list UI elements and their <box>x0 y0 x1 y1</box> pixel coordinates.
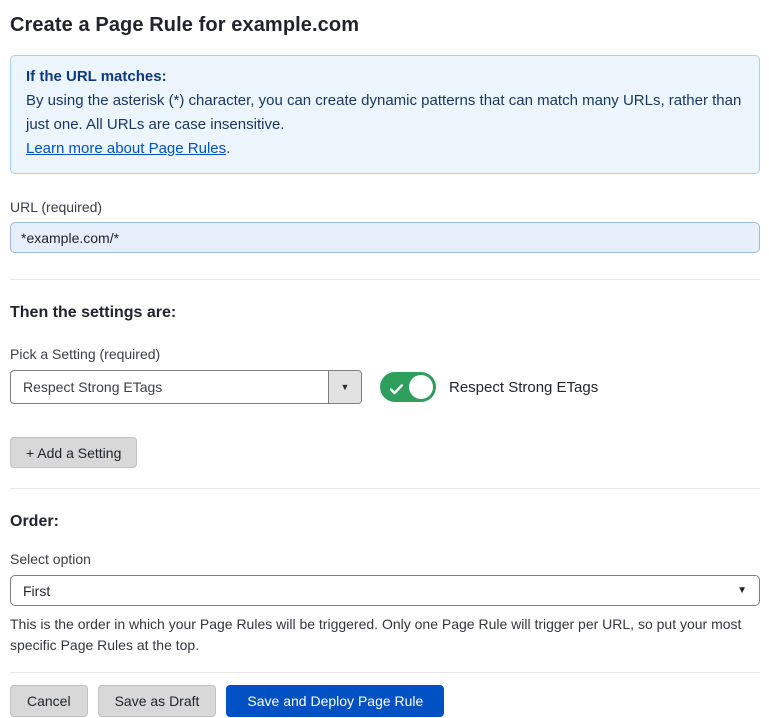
order-select[interactable]: First ▼ <box>10 575 760 606</box>
save-as-draft-button[interactable]: Save as Draft <box>98 685 217 717</box>
toggle-knob <box>409 375 433 399</box>
url-input[interactable] <box>10 222 760 253</box>
pick-setting-label: Pick a Setting (required) <box>10 346 760 362</box>
toggle-wrap: Respect Strong ETags <box>380 372 598 402</box>
order-section-heading: Order: <box>10 513 760 531</box>
chevron-down-icon: ▼ <box>737 585 747 596</box>
divider <box>10 279 760 280</box>
save-and-deploy-button[interactable]: Save and Deploy Page Rule <box>226 685 444 717</box>
learn-more-link[interactable]: Learn more about Page Rules <box>26 140 226 157</box>
page-rule-form: Create a Page Rule for example.com If th… <box>0 0 769 717</box>
info-box-body: By using the asterisk (*) character, you… <box>26 89 744 137</box>
url-match-info-box: If the URL matches: By using the asteris… <box>10 55 760 174</box>
check-icon <box>390 382 403 400</box>
toggle-label: Respect Strong ETags <box>449 379 598 396</box>
divider <box>10 488 760 489</box>
info-box-link-row: Learn more about Page Rules. <box>26 137 744 161</box>
page-title: Create a Page Rule for example.com <box>10 14 760 37</box>
link-suffix: . <box>226 140 230 157</box>
info-box-heading: If the URL matches: <box>26 65 744 89</box>
order-help-text: This is the order in which your Page Rul… <box>10 614 758 656</box>
setting-select-value: Respect Strong ETags <box>11 371 328 403</box>
dropdown-arrow-icon[interactable]: ▼ <box>328 371 361 403</box>
setting-row: Respect Strong ETags ▼ Respect Strong ET… <box>10 370 760 404</box>
footer-actions: Cancel Save as Draft Save and Deploy Pag… <box>10 673 760 717</box>
cancel-button[interactable]: Cancel <box>10 685 88 717</box>
etags-toggle[interactable] <box>380 372 436 402</box>
url-label: URL (required) <box>10 199 760 215</box>
setting-select[interactable]: Respect Strong ETags ▼ <box>10 370 362 404</box>
order-select-value: First <box>23 583 50 599</box>
add-setting-button[interactable]: + Add a Setting <box>10 437 137 468</box>
select-option-label: Select option <box>10 551 760 567</box>
settings-section-heading: Then the settings are: <box>10 304 760 322</box>
